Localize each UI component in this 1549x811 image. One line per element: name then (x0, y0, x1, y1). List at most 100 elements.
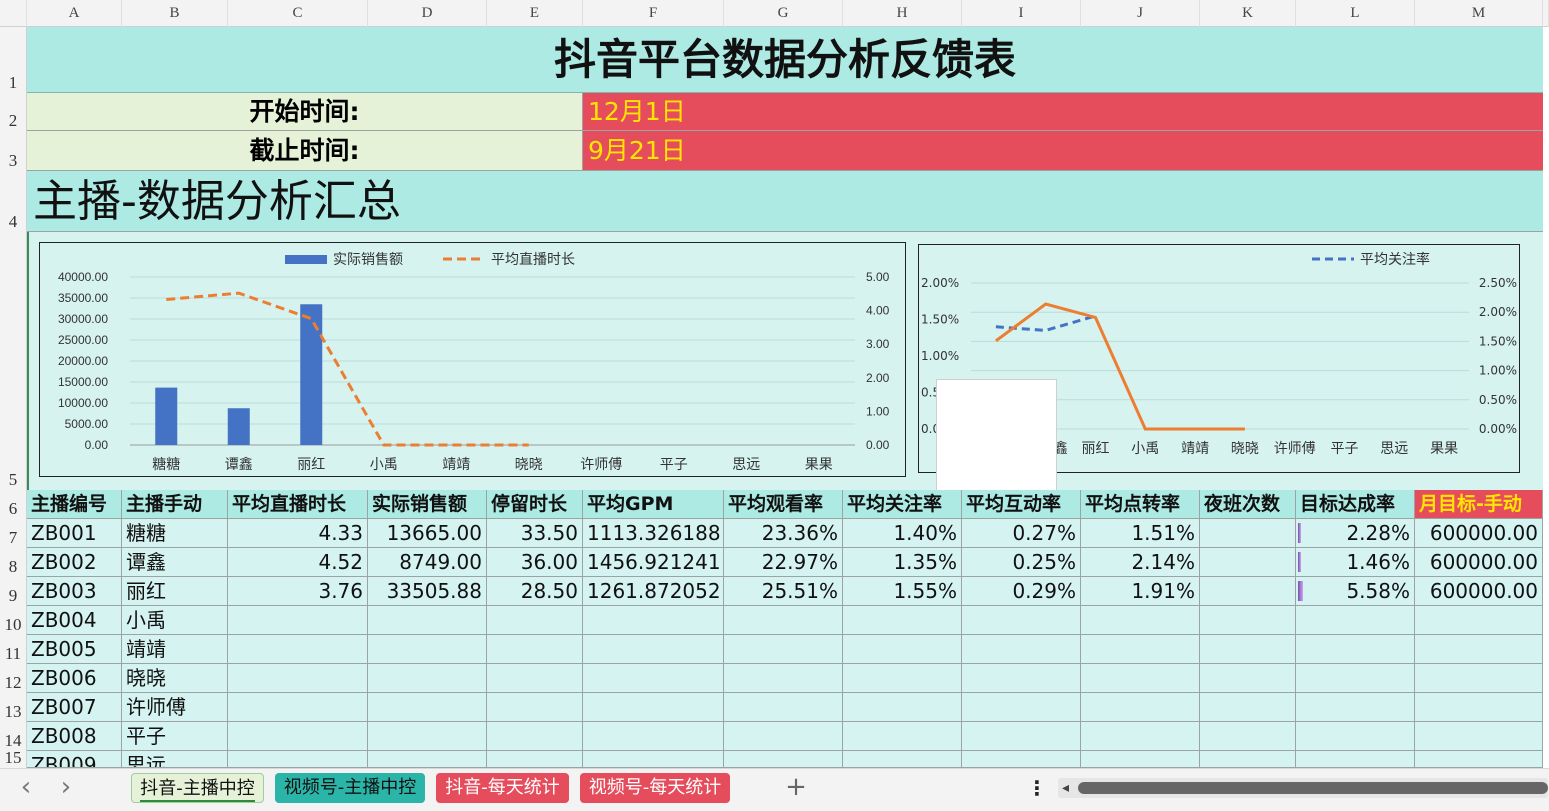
table-cell[interactable] (228, 693, 368, 722)
add-sheet-button[interactable]: + (782, 772, 810, 802)
table-cell[interactable] (487, 722, 583, 751)
table-cell[interactable]: 1261.872052 (583, 577, 724, 606)
column-header[interactable]: I (962, 0, 1081, 27)
table-cell[interactable] (1200, 519, 1296, 548)
table-cell[interactable]: ZB007 (27, 693, 122, 722)
column-header[interactable]: M (1415, 0, 1543, 27)
sheet-title-cell[interactable]: 抖音平台数据分析反馈表 (27, 27, 1543, 93)
table-cell[interactable] (583, 722, 724, 751)
table-cell[interactable] (843, 664, 962, 693)
table-cell[interactable] (1200, 664, 1296, 693)
table-cell[interactable] (962, 693, 1081, 722)
table-cell[interactable]: 8749.00 (368, 548, 487, 577)
table-cell[interactable] (1296, 751, 1415, 768)
row-header[interactable]: 11 (0, 635, 27, 664)
table-cell[interactable]: 许师傅 (122, 693, 228, 722)
tab-video-daily[interactable]: 视频号-每天统计 (580, 773, 730, 803)
table-cell[interactable]: 糖糖 (122, 519, 228, 548)
table-header-cell[interactable]: 平均点转率 (1081, 490, 1200, 519)
table-cell[interactable] (228, 635, 368, 664)
start-label-cell[interactable]: 开始时间: (27, 93, 583, 131)
column-header[interactable]: H (843, 0, 962, 27)
table-cell[interactable] (1081, 606, 1200, 635)
table-cell[interactable]: 1.35% (843, 548, 962, 577)
table-cell[interactable]: 谭鑫 (122, 548, 228, 577)
table-header-cell[interactable]: 月目标-手动 (1415, 490, 1543, 519)
table-cell[interactable]: 1.91% (1081, 577, 1200, 606)
table-cell[interactable]: ZB009 (27, 751, 122, 768)
column-header[interactable]: D (368, 0, 487, 27)
row-header[interactable]: 13 (0, 693, 27, 722)
table-cell[interactable] (368, 722, 487, 751)
table-cell[interactable] (962, 751, 1081, 768)
table-cell[interactable] (1296, 722, 1415, 751)
table-header-cell[interactable]: 夜班次数 (1200, 490, 1296, 519)
table-cell[interactable] (724, 635, 843, 664)
table-header-cell[interactable]: 主播手动 (122, 490, 228, 519)
table-cell[interactable]: 4.33 (228, 519, 368, 548)
table-cell[interactable]: 2.28% (1296, 519, 1415, 548)
row-header[interactable]: 9 (0, 577, 27, 606)
table-cell[interactable] (1081, 635, 1200, 664)
row-header[interactable]: 4 (0, 171, 27, 232)
table-cell[interactable]: 小禹 (122, 606, 228, 635)
table-cell[interactable] (1296, 635, 1415, 664)
tab-douyin-control[interactable]: 抖音-主播中控 (131, 773, 264, 803)
column-header[interactable]: G (724, 0, 843, 27)
end-value-cell[interactable]: 9月21日 (583, 131, 1543, 171)
table-cell[interactable]: ZB005 (27, 635, 122, 664)
table-cell[interactable] (1200, 635, 1296, 664)
table-cell[interactable] (487, 693, 583, 722)
table-cell[interactable]: ZB003 (27, 577, 122, 606)
table-cell[interactable]: 丽红 (122, 577, 228, 606)
table-cell[interactable]: 1.55% (843, 577, 962, 606)
table-cell[interactable] (368, 693, 487, 722)
table-cell[interactable] (228, 722, 368, 751)
start-value-cell[interactable]: 12月1日 (583, 93, 1543, 131)
table-header-cell[interactable]: 停留时长 (487, 490, 583, 519)
row-header[interactable]: 8 (0, 548, 27, 577)
table-cell[interactable]: 23.36% (724, 519, 843, 548)
table-cell[interactable] (1415, 722, 1543, 751)
table-cell[interactable] (1296, 606, 1415, 635)
table-header-cell[interactable]: 平均直播时长 (228, 490, 368, 519)
table-cell[interactable] (1415, 751, 1543, 768)
table-cell[interactable]: 靖靖 (122, 635, 228, 664)
table-cell[interactable]: 0.25% (962, 548, 1081, 577)
table-cell[interactable]: 22.97% (724, 548, 843, 577)
table-cell[interactable] (583, 635, 724, 664)
table-header-cell[interactable]: 实际销售额 (368, 490, 487, 519)
table-cell[interactable]: 1.46% (1296, 548, 1415, 577)
next-sheet-button[interactable]: › (54, 774, 78, 801)
table-cell[interactable]: 1.40% (843, 519, 962, 548)
table-cell[interactable]: 33.50 (487, 519, 583, 548)
scrollbar-thumb[interactable] (1078, 782, 1548, 794)
table-header-cell[interactable]: 平均互动率 (962, 490, 1081, 519)
section-title-cell[interactable]: 主播-数据分析汇总 (27, 171, 1543, 232)
table-cell[interactable] (1200, 751, 1296, 768)
table-cell[interactable]: 600000.00 (1415, 519, 1543, 548)
row-header[interactable]: 2 (0, 93, 27, 131)
table-cell[interactable] (843, 722, 962, 751)
row-header[interactable]: 12 (0, 664, 27, 693)
column-header[interactable]: F (583, 0, 724, 27)
table-cell[interactable] (843, 606, 962, 635)
table-cell[interactable]: 3.76 (228, 577, 368, 606)
table-cell[interactable] (962, 722, 1081, 751)
row-header[interactable]: 10 (0, 606, 27, 635)
table-cell[interactable] (583, 693, 724, 722)
table-cell[interactable] (487, 606, 583, 635)
table-cell[interactable]: ZB008 (27, 722, 122, 751)
table-cell[interactable] (1081, 664, 1200, 693)
tab-douyin-daily[interactable]: 抖音-每天统计 (436, 773, 569, 803)
table-cell[interactable] (1200, 722, 1296, 751)
table-cell[interactable]: 600000.00 (1415, 548, 1543, 577)
table-cell[interactable] (368, 635, 487, 664)
table-cell[interactable] (724, 606, 843, 635)
table-cell[interactable] (724, 664, 843, 693)
table-cell[interactable]: 33505.88 (368, 577, 487, 606)
table-cell[interactable] (487, 664, 583, 693)
table-cell[interactable] (583, 664, 724, 693)
end-label-cell[interactable]: 截止时间: (27, 131, 583, 171)
table-cell[interactable] (583, 606, 724, 635)
